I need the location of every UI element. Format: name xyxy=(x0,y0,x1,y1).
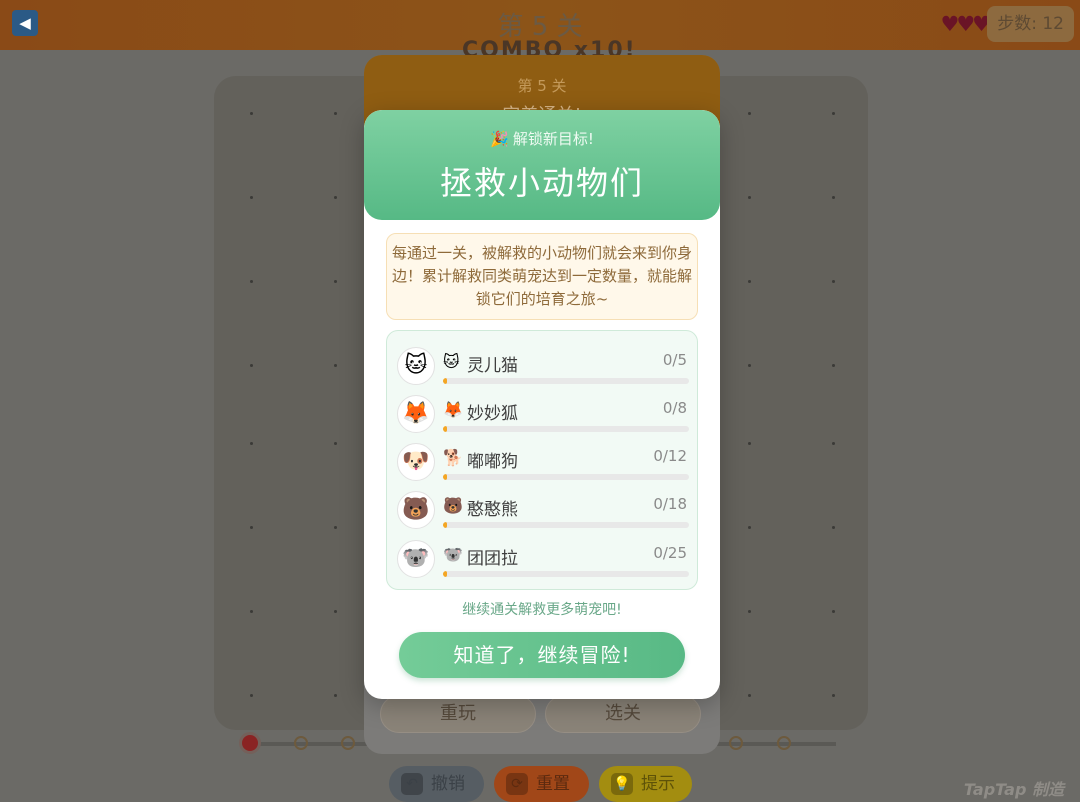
progress-node xyxy=(729,736,743,750)
board-dot xyxy=(334,112,337,115)
reset-label: 重置 xyxy=(536,774,570,794)
pet-progress-fill xyxy=(443,426,447,432)
undo-button[interactable]: ↶ 撤销 xyxy=(389,766,484,802)
pet-progress-fill xyxy=(443,522,447,528)
select-level-button[interactable]: 选关 xyxy=(545,695,701,733)
pet-progress-fill xyxy=(443,474,447,480)
pet-type-icon: 🐕 xyxy=(443,448,463,467)
board-dot xyxy=(748,694,751,697)
pet-count: 0/5 xyxy=(662,351,687,369)
pet-count: 0/12 xyxy=(653,447,687,465)
board-dot xyxy=(334,610,337,613)
pet-avatar: 🐱 xyxy=(397,347,435,385)
board-dot xyxy=(334,196,337,199)
lives-hearts-icon: ♥♥♥ xyxy=(940,12,992,36)
modal-title: 拯救小动物们 xyxy=(439,164,644,202)
pet-progress-fill xyxy=(443,378,447,384)
pet-type-icon: 🐻 xyxy=(443,496,463,515)
hint-label: 提示 xyxy=(641,774,675,794)
pet-avatar: 🐶 xyxy=(397,443,435,481)
pet-progress-bar xyxy=(443,522,689,528)
progress-node-current xyxy=(239,732,261,754)
board-dot xyxy=(748,610,751,613)
board-dot xyxy=(250,694,253,697)
pet-type-icon: 🦊 xyxy=(443,400,463,419)
taptap-watermark: TapTap 制造 xyxy=(963,780,1064,799)
replay-button[interactable]: 重玩 xyxy=(380,695,536,733)
unlock-text: 解锁新目标! xyxy=(512,130,594,148)
board-dot xyxy=(250,196,253,199)
undo-label: 撤销 xyxy=(431,774,465,794)
level-complete-level: 第 5 关 xyxy=(517,77,567,95)
progress-node xyxy=(777,736,791,750)
pet-count: 0/18 xyxy=(653,495,687,513)
board-dot xyxy=(748,196,751,199)
board-dot xyxy=(250,280,253,283)
pet-progress-bar xyxy=(443,378,689,384)
pet-avatar: 🐻 xyxy=(397,491,435,529)
board-dot xyxy=(832,526,835,529)
pet-name: 团团拉 xyxy=(467,549,518,569)
pet-type-icon: 🐨 xyxy=(443,545,463,564)
pet-avatar: 🐨 xyxy=(397,540,435,578)
board-dot xyxy=(250,364,253,367)
unlock-goal-modal: 🎉 解锁新目标! 拯救小动物们 每通过一关，被解救的小动物们就会来到你身边！累计解… xyxy=(364,110,720,699)
pet-name: 灵儿猫 xyxy=(467,356,518,376)
board-dot xyxy=(250,112,253,115)
board-dot xyxy=(250,610,253,613)
pet-type-icon: 🐱 xyxy=(443,352,460,371)
pet-row: 🦊 🦊 妙妙狐 0/8 xyxy=(387,391,697,439)
steps-counter: 步数: 12 xyxy=(987,6,1074,42)
pet-progress-bar xyxy=(443,426,689,432)
board-dot xyxy=(334,280,337,283)
board-dot xyxy=(832,610,835,613)
board-dot xyxy=(334,442,337,445)
pet-row: 🐱 🐱 灵儿猫 0/5 xyxy=(387,343,697,391)
party-popper-icon: 🎉 xyxy=(490,130,509,148)
board-dot xyxy=(748,526,751,529)
board-dot xyxy=(832,442,835,445)
pet-progress-bar xyxy=(443,571,689,577)
pet-progress-fill xyxy=(443,571,447,577)
pet-count: 0/25 xyxy=(653,544,687,562)
pet-name: 嘟嘟狗 xyxy=(467,452,518,472)
pet-progress-bar xyxy=(443,474,689,480)
pet-row: 🐻 🐻 憨憨熊 0/18 xyxy=(387,487,697,535)
board-dot xyxy=(832,280,835,283)
progress-node xyxy=(341,736,355,750)
board-dot xyxy=(832,694,835,697)
board-dot xyxy=(250,442,253,445)
unlock-line: 🎉 解锁新目标! xyxy=(364,128,720,149)
hint-button[interactable]: 💡 提示 xyxy=(599,766,692,802)
pet-name: 憨憨熊 xyxy=(467,500,518,520)
reset-button[interactable]: ⟳ 重置 xyxy=(494,766,589,802)
board-dot xyxy=(832,364,835,367)
pet-row: 🐶 🐕 嘟嘟狗 0/12 xyxy=(387,439,697,487)
board-dot xyxy=(334,526,337,529)
board-dot xyxy=(748,364,751,367)
pet-row: 🐨 🐨 团团拉 0/25 xyxy=(387,536,697,584)
pet-count: 0/8 xyxy=(662,399,687,417)
board-dot xyxy=(334,694,337,697)
pet-name: 妙妙狐 xyxy=(467,404,518,424)
board-dot xyxy=(832,112,835,115)
progress-node xyxy=(294,736,308,750)
board-dot xyxy=(334,364,337,367)
board-dot xyxy=(748,442,751,445)
confirm-continue-button[interactable]: 知道了，继续冒险! xyxy=(399,632,685,678)
modal-header: 🎉 解锁新目标! 拯救小动物们 xyxy=(364,110,720,220)
reset-icon: ⟳ xyxy=(506,773,528,795)
footer-hint: 继续通关解救更多萌宠吧! xyxy=(462,602,622,618)
lightbulb-icon: 💡 xyxy=(611,773,633,795)
pet-progress-list: 🐱 🐱 灵儿猫 0/5 🦊 🦊 妙妙狐 0/8 🐶 🐕 嘟嘟狗 0/12 🐻 🐻 憨憨熊 0/18 🐨 🐨 团团拉 0… xyxy=(386,330,698,590)
modal-description: 每通过一关，被解救的小动物们就会来到你身边！累计解救同类萌宠达到一定数量，就能解… xyxy=(386,233,698,320)
board-dot xyxy=(250,526,253,529)
board-dot xyxy=(832,196,835,199)
board-dot xyxy=(748,280,751,283)
undo-icon: ↶ xyxy=(401,773,423,795)
pet-avatar: 🦊 xyxy=(397,395,435,433)
board-dot xyxy=(748,112,751,115)
